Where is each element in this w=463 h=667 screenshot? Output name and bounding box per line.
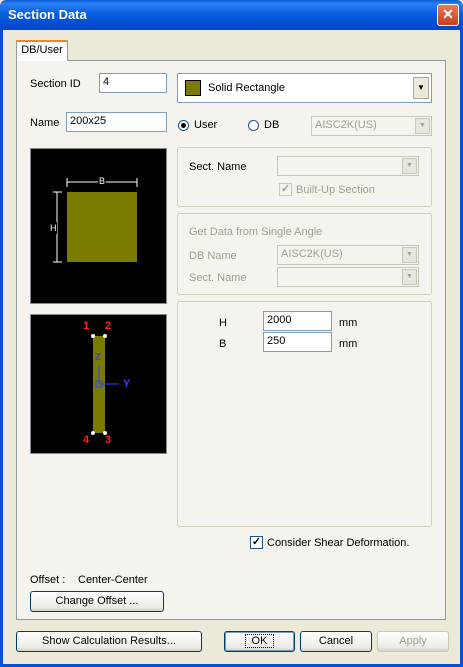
db-name-value: AISC2K(US) [281,248,343,260]
shear-deformation-label: Consider Shear Deformation. [267,537,410,549]
chevron-down-icon: ▼ [402,158,417,174]
h-input[interactable]: 2000 [263,311,332,331]
title-bar: Section Data ✕ [0,0,463,30]
show-calculation-button[interactable]: Show Calculation Results... [16,631,202,652]
angle-sect-name-label: Sect. Name [189,272,247,284]
solid-rectangle-icon [185,80,201,96]
b-input[interactable]: 250 [263,332,332,352]
shape-type-select[interactable]: Solid Rectangle ▼ [177,73,432,103]
point-2-label: 2 [105,320,112,332]
b-label: B [219,338,227,350]
chevron-down-icon: ▼ [402,247,417,263]
sect-name-label: Sect. Name [189,161,247,173]
dim-h-label: H [50,222,57,234]
db-radio-label: DB [264,119,280,131]
window-title: Section Data [8,7,87,22]
user-radio[interactable] [178,120,189,131]
chevron-down-icon: ▼ [415,118,430,134]
offset-label: Offset : [30,574,66,586]
section-axes-preview: 1 2 3 4 Z Y [30,314,167,454]
h-label: H [219,317,227,329]
ok-button[interactable]: OK [224,631,295,652]
built-up-label: Built-Up Section [296,184,375,196]
cancel-button[interactable]: Cancel [300,631,372,652]
sect-name-select[interactable]: ▼ [277,156,419,176]
chevron-down-icon: ▼ [402,269,417,285]
user-radio-label: User [194,119,218,131]
z-axis-label: Z [95,352,102,363]
h-unit: mm [339,317,358,329]
name-label: Name [30,117,60,129]
built-up-checkbox[interactable]: ✓ [279,183,292,196]
db-name-select[interactable]: AISC2K(US) ▼ [277,245,419,265]
db-radio[interactable] [248,120,259,131]
point-1-label: 1 [83,320,90,332]
chevron-down-icon[interactable]: ▼ [413,77,429,99]
change-offset-button[interactable]: Change Offset ... [30,591,164,612]
shear-deformation-checkbox[interactable]: ✓ [250,536,263,549]
db-name-label: DB Name [189,250,237,262]
name-input[interactable]: 200x25 [66,112,167,132]
shape-type-value: Solid Rectangle [208,82,286,94]
tab-db-user[interactable]: DB/User [16,40,68,61]
b-unit: mm [339,338,358,350]
single-angle-title: Get Data from Single Angle [189,226,323,238]
y-axis-label: Y [123,378,131,390]
section-id-input[interactable]: 4 [99,73,167,93]
section-id-label: Section ID [30,78,81,90]
close-icon[interactable]: ✕ [437,4,459,26]
dim-b-label: B [98,176,107,186]
offset-value: Center-Center [78,574,148,586]
apply-button[interactable]: Apply [377,631,449,652]
db-select[interactable]: AISC2K(US) ▼ [311,116,432,136]
point-3-label: 3 [105,434,112,446]
ok-button-label: OK [244,634,275,648]
angle-sect-name-select[interactable]: ▼ [277,267,419,287]
db-select-value: AISC2K(US) [315,119,377,131]
section-shape-preview: B H [30,148,167,304]
point-4-label: 4 [83,434,90,446]
